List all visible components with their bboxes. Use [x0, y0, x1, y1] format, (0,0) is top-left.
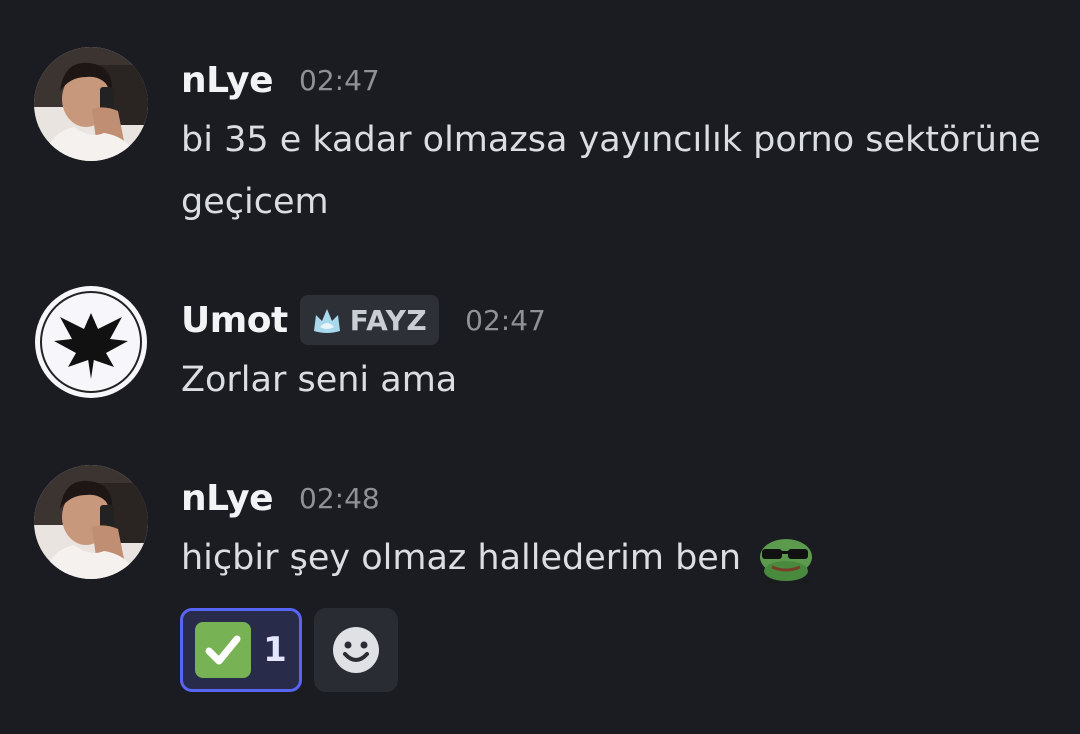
message-text: Zorlar seni ama: [181, 360, 458, 400]
reaction-check[interactable]: 1: [180, 608, 302, 692]
message-header: nLye 02:47: [181, 58, 380, 102]
message-header: Umot FAYZ 02:47: [181, 295, 546, 345]
reactions-bar: 1: [180, 608, 398, 692]
timestamp: 02:47: [465, 303, 546, 337]
message-header: nLye 02:48: [181, 476, 380, 520]
username[interactable]: nLye: [181, 60, 274, 101]
timestamp: 02:48: [299, 481, 380, 515]
add-reaction-button[interactable]: [314, 608, 398, 692]
smiley-icon: [333, 627, 379, 673]
message-text: hiçbir şey olmaz hallederim ben: [181, 527, 1041, 589]
reaction-count: 1: [263, 630, 287, 670]
message-text-body: hiçbir şey olmaz hallederim ben: [181, 538, 742, 578]
avatar[interactable]: [32, 283, 150, 401]
user-avatar-icon: [34, 47, 148, 161]
message-text: bi 35 e kadar olmazsa yayıncılık porno s…: [181, 120, 1041, 222]
user-avatar-icon: [34, 465, 148, 579]
username[interactable]: nLye: [181, 478, 274, 519]
check-mark-icon: [195, 622, 252, 678]
tag-label: FAYZ: [349, 303, 428, 337]
avatar[interactable]: [34, 465, 148, 579]
username[interactable]: Umot: [181, 300, 288, 341]
wolf-icon: [313, 309, 340, 333]
phoenix-icon: [32, 283, 150, 401]
pepe-sunglasses-emoji-icon: [760, 539, 813, 583]
server-tag[interactable]: FAYZ: [299, 295, 440, 345]
timestamp: 02:47: [299, 63, 380, 97]
avatar[interactable]: [34, 47, 148, 161]
